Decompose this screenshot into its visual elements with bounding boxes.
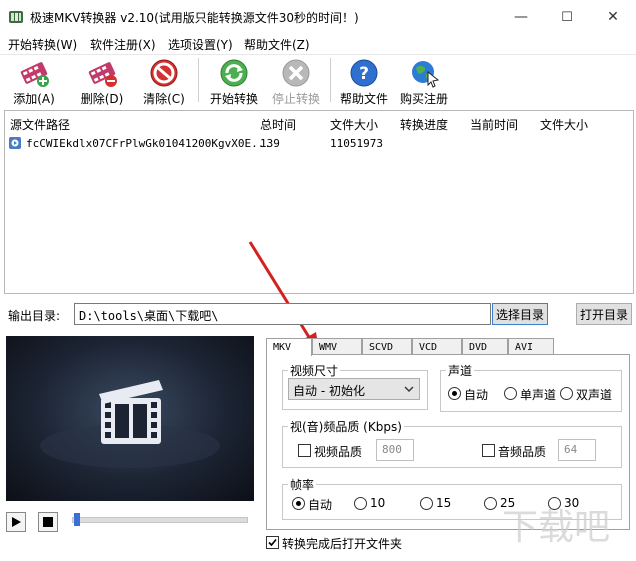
output-dir-label: 输出目录: (8, 309, 61, 323)
delete-film-icon (86, 58, 118, 88)
delete-button[interactable]: 删除(D) (72, 56, 132, 106)
video-size-title: 视频尺寸 (288, 362, 341, 379)
open-folder-after-checkbox[interactable] (266, 536, 279, 549)
video-preview (6, 336, 254, 501)
minimize-button[interactable]: — (498, 0, 544, 34)
refresh-icon (218, 58, 250, 88)
menu-help[interactable]: 帮助文件(Z) (244, 36, 310, 53)
tab-scvd[interactable]: SCVD (362, 338, 412, 355)
globe-cursor-icon (408, 58, 440, 88)
tab-avi[interactable]: AVI (508, 338, 554, 355)
help-file-button[interactable]: ? 帮助文件 (334, 56, 394, 106)
audio-quality-label: 音频品质 (498, 445, 547, 459)
channel-title: 声道 (446, 362, 475, 379)
stop-icon (280, 58, 312, 88)
column-header-file-size[interactable]: 文件大小 (330, 116, 378, 133)
stop-convert-label: 停止转换 (271, 92, 320, 106)
buy-register-button[interactable]: 购买注册 (394, 56, 454, 106)
tab-dvd[interactable]: DVD (462, 338, 508, 355)
channel-auto-radio[interactable] (448, 387, 461, 400)
table-cell-path[interactable]: fcCWIEkdlx07CFrPlwGk01041200KgvX0E... (26, 137, 271, 150)
seek-track[interactable] (72, 517, 248, 523)
no-entry-icon (148, 58, 180, 88)
framerate-auto-label: 自动 (308, 498, 333, 512)
menu-start-convert[interactable]: 开始转换(W) (8, 36, 77, 53)
play-button[interactable] (6, 512, 26, 532)
add-film-icon (18, 58, 50, 88)
tab-vcd[interactable]: VCD (412, 338, 462, 355)
quality-title: 视(音)频品质 (Kbps) (288, 418, 404, 435)
table-cell-size: 11051973 (330, 137, 383, 150)
close-button[interactable]: ✕ (590, 0, 636, 34)
stop-square-icon (43, 517, 53, 527)
video-quality-checkbox[interactable] (298, 444, 311, 457)
seek-thumb[interactable] (74, 513, 80, 526)
help-file-label: 帮助文件 (339, 92, 388, 106)
site-watermark: 下载吧 (502, 507, 611, 548)
tab-wmv[interactable]: WMV (312, 338, 362, 355)
buy-register-label: 购买注册 (399, 92, 448, 106)
channel-mono-label: 单声道 (520, 388, 557, 402)
framerate-15-label: 15 (436, 496, 452, 510)
channel-stereo-label: 双声道 (576, 388, 613, 402)
framerate-10-label: 10 (370, 496, 386, 510)
start-convert-button[interactable]: 开始转换 (204, 56, 264, 106)
video-file-icon (8, 136, 22, 150)
video-size-value: 自动 - 初始化 (293, 384, 365, 398)
column-header-output-size[interactable]: 文件大小 (540, 116, 588, 133)
menu-register[interactable]: 软件注册(X) (90, 36, 156, 53)
audio-quality-input[interactable]: 64 (558, 439, 596, 461)
video-quality-label: 视频品质 (314, 445, 363, 459)
toolbar-divider (330, 58, 331, 102)
play-icon (12, 517, 21, 527)
open-folder-after-label: 转换完成后打开文件夹 (282, 537, 403, 551)
open-dir-button[interactable]: 打开目录 (576, 303, 632, 325)
channel-stereo-radio[interactable] (560, 387, 573, 400)
video-quality-input[interactable]: 800 (376, 439, 414, 461)
column-header-progress[interactable]: 转换进度 (400, 116, 448, 133)
table-cell-total-time: 139 (260, 137, 280, 150)
channel-auto-label: 自动 (464, 388, 489, 402)
framerate-15-radio[interactable] (420, 497, 433, 510)
output-dir-input[interactable]: D:\tools\桌面\下载吧\ (74, 303, 491, 325)
column-header-total-time[interactable]: 总时间 (260, 116, 296, 133)
film-clapper-icon (40, 380, 220, 468)
menu-options[interactable]: 选项设置(Y) (168, 36, 233, 53)
chevron-down-icon (404, 386, 414, 392)
delete-label: 删除(D) (80, 92, 124, 106)
column-header-source-path[interactable]: 源文件路径 (10, 116, 70, 133)
tab-mkv[interactable]: MKV (266, 338, 312, 356)
window-title: 极速MKV转换器 v2.10(试用版只能转换源文件30秒的时间！) (30, 11, 359, 25)
app-icon (8, 9, 24, 25)
toolbar-divider (198, 58, 199, 102)
video-size-select[interactable]: 自动 - 初始化 (288, 378, 420, 400)
framerate-10-radio[interactable] (354, 497, 367, 510)
framerate-auto-radio[interactable] (292, 497, 305, 510)
audio-quality-checkbox[interactable] (482, 444, 495, 457)
start-convert-label: 开始转换 (209, 92, 258, 106)
svg-text:?: ? (359, 64, 369, 84)
framerate-title: 帧率 (288, 476, 317, 493)
clear-button[interactable]: 清除(C) (134, 56, 194, 106)
channel-mono-radio[interactable] (504, 387, 517, 400)
stop-playback-button[interactable] (38, 512, 58, 532)
framerate-25-radio[interactable] (484, 497, 497, 510)
add-button[interactable]: 添加(A) (4, 56, 64, 106)
add-label: 添加(A) (13, 92, 55, 106)
choose-dir-button[interactable]: 选择目录 (492, 303, 548, 325)
help-icon: ? (348, 58, 380, 88)
column-header-current-time[interactable]: 当前时间 (470, 116, 518, 133)
stop-convert-button[interactable]: 停止转换 (266, 56, 326, 106)
checkmark-icon (268, 538, 277, 547)
maximize-button[interactable]: ☐ (544, 0, 590, 34)
clear-label: 清除(C) (143, 92, 185, 106)
